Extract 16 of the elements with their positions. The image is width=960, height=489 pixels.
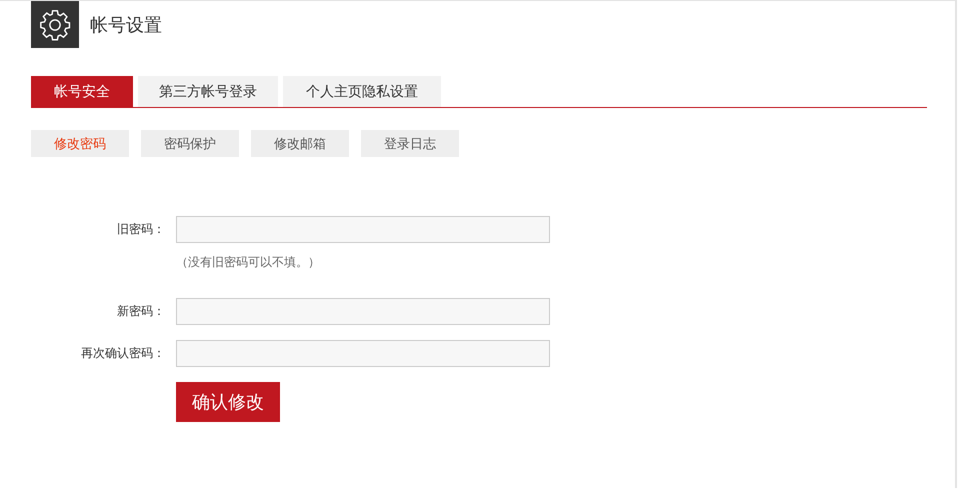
password-field[interactable] xyxy=(176,340,550,367)
page-title: 帐号设置 xyxy=(90,14,162,36)
confirm-button[interactable]: 确认修改 xyxy=(176,382,280,422)
subtab[interactable]: 修改密码 xyxy=(31,130,129,157)
field-label: 旧密码： xyxy=(116,221,165,238)
tab[interactable]: 个人主页隐私设置 xyxy=(283,76,441,107)
tab[interactable]: 帐号安全 xyxy=(31,76,133,107)
password-field[interactable] xyxy=(176,216,550,243)
password-field[interactable] xyxy=(176,298,550,325)
tab[interactable]: 第三方帐号登录 xyxy=(138,76,278,107)
subtab[interactable]: 修改邮箱 xyxy=(251,130,349,157)
subtab[interactable]: 密码保护 xyxy=(141,130,239,157)
hint-text: （没有旧密码可以不填。） xyxy=(176,255,320,269)
field-label: 新密码： xyxy=(116,303,165,320)
subtab[interactable]: 登录日志 xyxy=(361,130,459,157)
field-label: 再次确认密码： xyxy=(80,345,165,362)
